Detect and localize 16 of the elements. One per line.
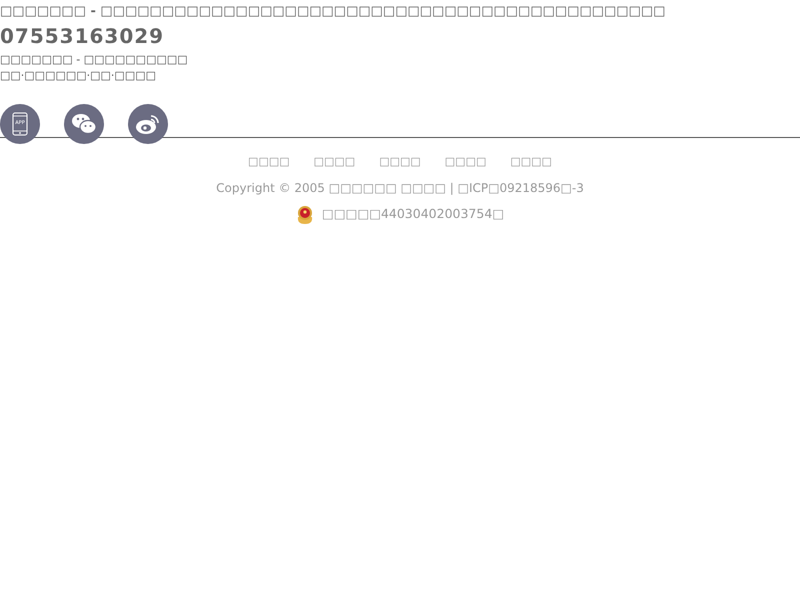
footer-link[interactable]: □□□□ — [444, 154, 486, 170]
site-title: □□□□□□□ - □□□□□□□□□□□□□□□□□□□□□□□□□□□□□□□□□□□□□□□□□□□□□□ — [0, 3, 666, 21]
footer-link[interactable]: □□□□ — [248, 154, 290, 170]
police-record-link[interactable]: □□□□□44030402003754□ — [322, 205, 504, 224]
weibo-link[interactable] — [128, 104, 168, 144]
footer-link[interactable]: □□□□ — [314, 154, 356, 170]
copyright-text: Copyright © 2005 □□□□□□ □□□□ | □ICP□09218596□-3 — [216, 180, 584, 196]
eye-icon — [135, 113, 161, 135]
slogan: □□·□□□□□□·□□·□□□□ — [0, 68, 156, 84]
police-badge-icon — [296, 204, 314, 224]
wechat-link[interactable] — [64, 104, 104, 144]
footer-link[interactable]: □□□□ — [510, 154, 552, 170]
footer-link[interactable]: □□□□ — [379, 154, 421, 170]
tagline: □□□□□□□ - □□□□□□□□□□ — [0, 52, 188, 68]
phone-number: 07553163029 — [0, 24, 164, 48]
chat-bubbles-icon — [71, 113, 97, 135]
